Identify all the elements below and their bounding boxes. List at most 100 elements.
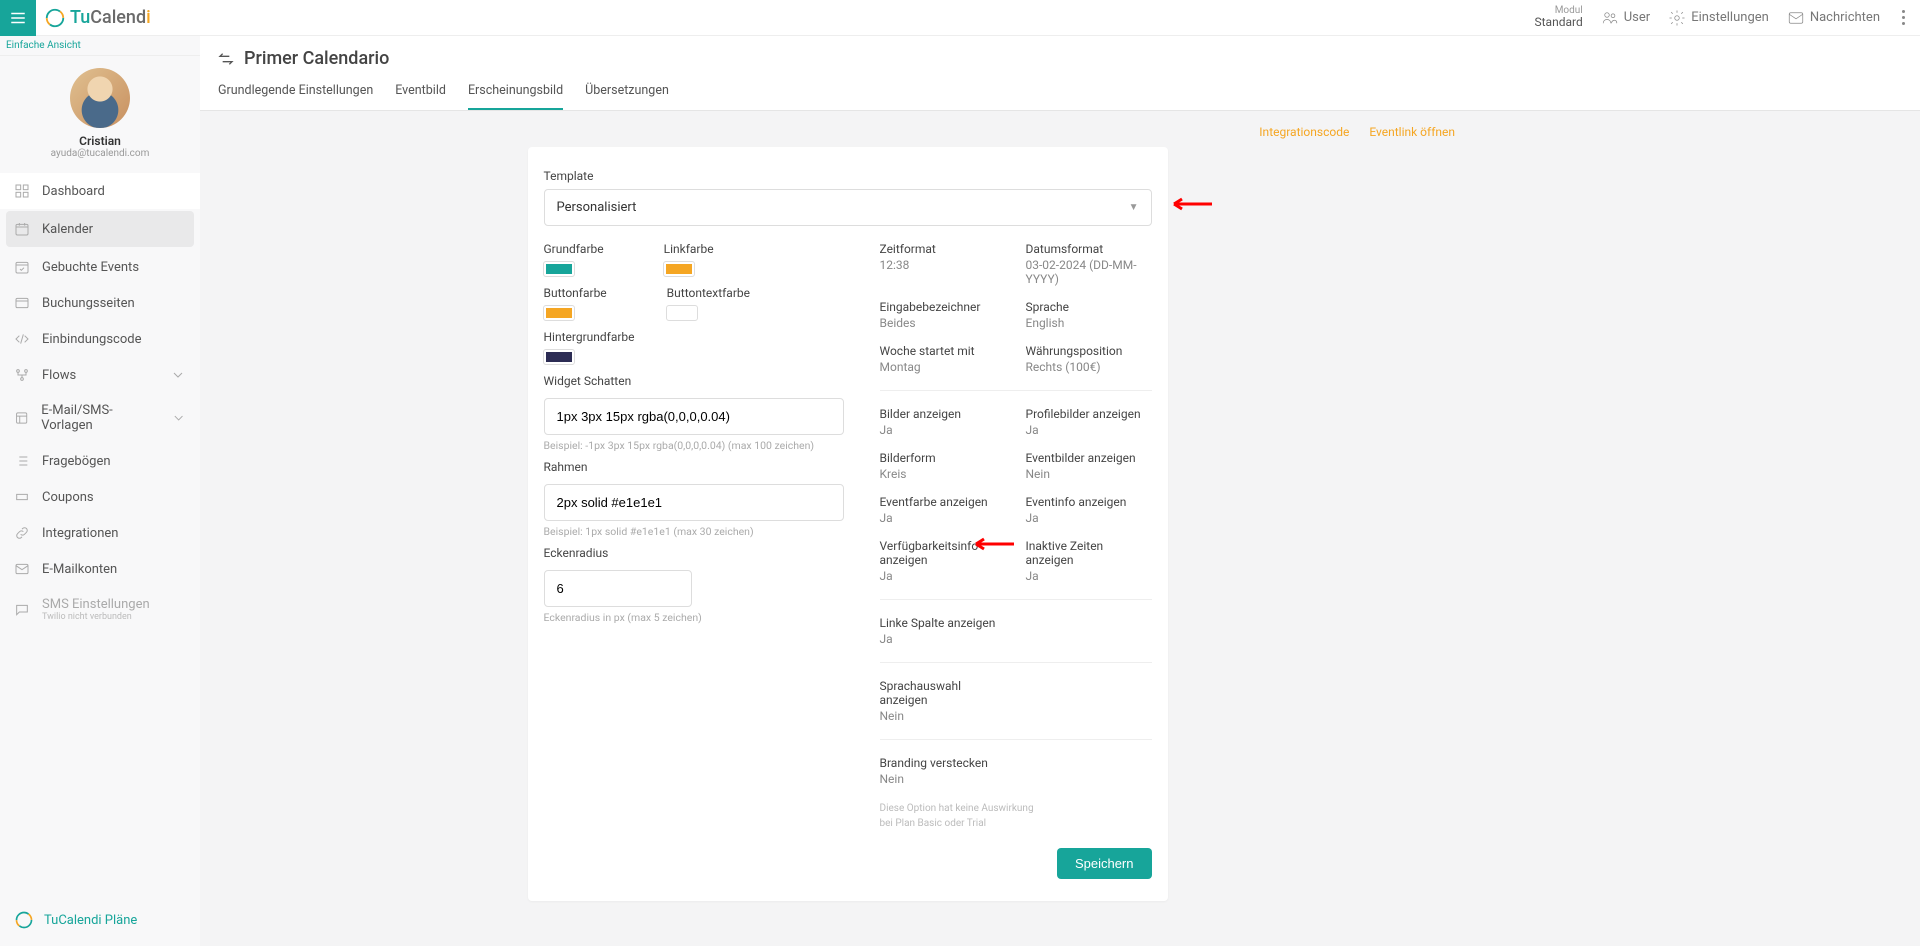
color-label-hintergrundfarbe: Hintergrundfarbe — [544, 330, 635, 344]
plans-link[interactable]: TuCalendi Pläne — [0, 894, 200, 946]
template-value: Personalisiert — [557, 200, 637, 215]
info-item[interactable]: Profilebilder anzeigen Ja — [1026, 407, 1152, 437]
shadow-input[interactable] — [544, 398, 844, 435]
info-item[interactable]: Eventbilder anzeigen Nein — [1026, 451, 1152, 481]
open-event-link[interactable]: Eventlink öffnen — [1369, 125, 1455, 139]
divider — [880, 599, 1152, 600]
nav-embed-code[interactable]: Einbindungscode — [0, 321, 200, 357]
info-item[interactable]: Zeitformat12:38 — [880, 242, 1006, 286]
branding-note: Diese Option hat keine Auswirkung — [880, 802, 1152, 815]
info-item[interactable]: SpracheEnglish — [1026, 300, 1152, 330]
radius-hint: Eckenradius in px (max 5 zeichen) — [544, 611, 844, 624]
info-label: Bilder anzeigen — [880, 407, 1006, 421]
border-hint: Beispiel: 1px solid #e1e1e1 (max 30 zeic… — [544, 525, 844, 538]
simple-view-toggle[interactable]: Einfache Ansicht — [0, 36, 200, 56]
hamburger-icon — [9, 9, 27, 27]
logo[interactable]: TuCalendi — [44, 7, 151, 29]
save-button[interactable]: Speichern — [1057, 848, 1152, 879]
nav-flows[interactable]: Flows — [0, 357, 200, 393]
nav-booked-events[interactable]: Gebuchte Events — [0, 249, 200, 285]
border-label: Rahmen — [544, 460, 844, 474]
info-item[interactable]: Eventinfo anzeigenJa — [1026, 495, 1152, 525]
calendar-check-icon — [14, 259, 30, 275]
mail-icon — [1787, 9, 1805, 27]
info-item[interactable]: Eventfarbe anzeigenJa — [880, 495, 1006, 525]
nav-email-accounts[interactable]: E-Mailkonten — [0, 551, 200, 587]
swatch-buttontextfarbe[interactable] — [667, 306, 697, 320]
info-value: Ja — [880, 423, 1006, 437]
nav-surveys[interactable]: Fragebögen — [0, 443, 200, 479]
info-label: Eventbilder anzeigen — [1026, 451, 1152, 465]
info-item[interactable]: Woche startet mitMontag — [880, 344, 1006, 374]
integration-code-link[interactable]: Integrationscode — [1259, 125, 1349, 139]
info-label: Eventinfo anzeigen — [1026, 495, 1152, 509]
profile-block[interactable]: Cristian ayuda@tucalendi.com — [0, 56, 200, 167]
swatch-hintergrundfarbe[interactable] — [544, 350, 574, 364]
nav-integrations[interactable]: Integrationen — [0, 515, 200, 551]
info-label: Profilebilder anzeigen — [1026, 407, 1152, 421]
main-content: Primer Calendario Grundlegende Einstellu… — [200, 36, 1920, 946]
template-label: Template — [544, 169, 1152, 183]
swatch-grundfarbe[interactable] — [544, 262, 574, 276]
module-indicator[interactable]: Modul Standard — [1535, 5, 1583, 29]
info-item[interactable]: Branding verstecken Nein — [880, 756, 1006, 786]
info-label: Datumsformat — [1026, 242, 1152, 256]
nav-booking-pages[interactable]: Buchungsseiten — [0, 285, 200, 321]
mail-icon — [14, 561, 30, 577]
swap-icon[interactable] — [218, 51, 234, 67]
template-select[interactable]: Personalisiert ▼ — [544, 189, 1152, 226]
info-value: Beides — [880, 316, 1006, 330]
info-value: Kreis — [880, 467, 1006, 481]
info-label: Sprache — [1026, 300, 1152, 314]
settings-link[interactable]: Einstellungen — [1668, 9, 1769, 27]
info-item[interactable]: Inaktive Zeiten anzeigenJa — [1026, 539, 1152, 583]
border-input[interactable] — [544, 484, 844, 521]
users-icon — [1601, 9, 1619, 27]
settings-card: Template Personalisiert ▼ Grundfarbe — [528, 147, 1168, 901]
info-item[interactable]: EingabebezeichnerBeides — [880, 300, 1006, 330]
user-link[interactable]: User — [1601, 9, 1650, 27]
info-value: Ja — [1026, 423, 1152, 437]
info-label: Branding verstecken — [880, 756, 1006, 770]
tab-event-image[interactable]: Eventbild — [395, 83, 446, 110]
chat-icon — [14, 602, 30, 618]
calendar-icon — [14, 221, 30, 237]
info-value: Nein — [1026, 467, 1152, 481]
swatch-linkfarbe[interactable] — [664, 262, 694, 276]
hamburger-button[interactable] — [0, 0, 36, 36]
swatch-buttonfarbe[interactable] — [544, 306, 574, 320]
info-value: Ja — [1026, 569, 1152, 583]
nav-sms-settings[interactable]: SMS Einstellungen Twilio nicht verbunden — [0, 587, 200, 632]
radius-input[interactable] — [544, 570, 692, 607]
tab-basic-settings[interactable]: Grundlegende Einstellungen — [218, 83, 373, 110]
gear-icon — [1668, 9, 1686, 27]
info-label: Währungsposition — [1026, 344, 1152, 358]
logo-icon — [14, 910, 34, 930]
list-icon — [14, 453, 30, 469]
info-item[interactable]: Sprachauswahl anzeigenNein — [880, 679, 1006, 723]
info-value: Rechts (100€) — [1026, 360, 1152, 374]
info-item[interactable]: Linke Spalte anzeigenJa — [880, 616, 1006, 646]
info-item[interactable]: BilderformKreis — [880, 451, 1006, 481]
nav-templates[interactable]: E-Mail/SMS-Vorlagen — [0, 393, 200, 443]
nav-coupons[interactable]: Coupons — [0, 479, 200, 515]
info-item[interactable]: Datumsformat03-02-2024 (DD-MM-YYYY) — [1026, 242, 1152, 286]
info-item[interactable]: Währungsposition Rechts (100€) — [1026, 344, 1152, 374]
info-label: Verfügbarkeitsinfo anzeigen — [880, 539, 1006, 567]
tab-appearance[interactable]: Erscheinungsbild — [468, 83, 563, 110]
nav-calendar[interactable]: Kalender — [6, 211, 194, 247]
chevron-down-icon — [171, 410, 186, 426]
ticket-icon — [14, 489, 30, 505]
info-item[interactable]: Verfügbarkeitsinfo anzeigenJa — [880, 539, 1006, 583]
messages-link[interactable]: Nachrichten — [1787, 9, 1880, 27]
flow-icon — [14, 367, 30, 383]
tab-translations[interactable]: Übersetzungen — [585, 83, 669, 110]
color-label-grundfarbe: Grundfarbe — [544, 242, 604, 256]
info-value: Nein — [880, 772, 1006, 786]
divider — [880, 390, 1152, 391]
nav-label: Flows — [42, 368, 76, 383]
info-item[interactable]: Bilder anzeigen Ja — [880, 407, 1006, 437]
kebab-menu[interactable] — [1898, 6, 1906, 29]
nav-dashboard[interactable]: Dashboard — [0, 173, 200, 209]
grid-icon — [14, 183, 30, 199]
